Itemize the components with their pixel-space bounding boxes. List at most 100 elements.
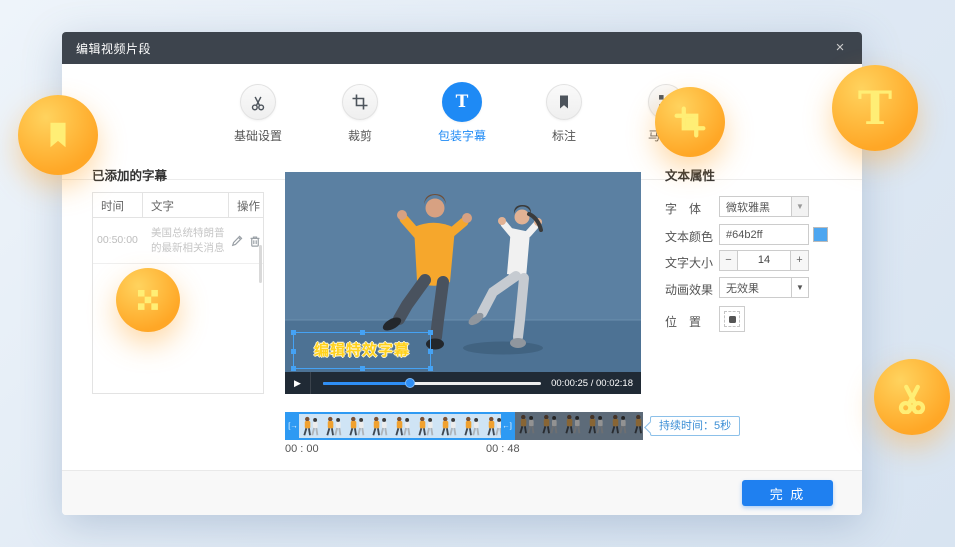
crop-badge-icon	[655, 87, 725, 157]
col-text: 文字	[143, 193, 229, 217]
color-label: 文本颜色	[665, 228, 713, 245]
trim-handle-left[interactable]: [→	[287, 414, 299, 438]
crop-icon	[342, 84, 378, 120]
tab-label: 标注	[535, 127, 593, 144]
filmstrip-frame	[584, 412, 607, 436]
resize-handle[interactable]	[360, 330, 365, 335]
play-icon[interactable]: ▶	[285, 372, 311, 394]
text-properties-title: 文本属性	[665, 165, 715, 184]
filmstrip-frame	[607, 412, 630, 436]
animation-label: 动画效果	[665, 281, 713, 298]
subtitle-overlay-box[interactable]: 编辑特效字幕	[293, 332, 431, 369]
animation-value: 无效果	[720, 280, 791, 296]
table-row[interactable]: 00:50:00 美国总统特朗普的最新相关消息	[93, 218, 263, 264]
video-controls: ▶ 00:00:25 / 00:02:18	[285, 372, 641, 394]
tab-label: 基础设置	[229, 127, 287, 144]
position-row: 位 置	[665, 306, 875, 334]
resize-handle[interactable]	[360, 366, 365, 371]
position-button[interactable]	[719, 306, 745, 332]
duration-tooltip: 持续时间：5秒	[650, 416, 740, 436]
timeline-unselected-range[interactable]	[515, 412, 643, 440]
tab-crop[interactable]: 裁剪	[331, 84, 389, 179]
filmstrip-selected	[299, 414, 501, 438]
filmstrip-frame	[483, 414, 501, 438]
col-ops: 操作	[229, 193, 263, 217]
bookmark-icon	[546, 84, 582, 120]
resize-handle[interactable]	[291, 349, 296, 354]
table-scrollbar[interactable]	[259, 245, 262, 283]
filmstrip-frame	[322, 414, 345, 438]
progress-knob[interactable]	[405, 378, 415, 388]
size-stepper: − 14 +	[719, 250, 809, 271]
resize-handle[interactable]	[428, 330, 433, 335]
chevron-down-icon[interactable]: ▼	[791, 197, 808, 216]
filmstrip-frame	[561, 412, 584, 436]
subtitle-text: 美国总统特朗普的最新相关消息	[143, 218, 229, 263]
added-subtitles-title: 已添加的字幕	[92, 165, 167, 184]
tab-basic-settings[interactable]: 基础设置	[229, 84, 287, 179]
dialog-footer: 完 成	[62, 470, 862, 515]
col-time: 时间	[93, 193, 143, 217]
subtitles-table-header: 时间 文字 操作	[93, 193, 263, 218]
color-row: 文本颜色 #64b2ff	[665, 224, 875, 246]
progress-fill	[323, 382, 410, 385]
position-label: 位 置	[665, 313, 701, 330]
trim-handle-right[interactable]: ←]	[501, 414, 513, 438]
font-select[interactable]: 微软雅黑 ▼	[719, 196, 809, 217]
close-icon[interactable]: ×	[830, 38, 850, 58]
color-input[interactable]: #64b2ff	[719, 224, 809, 245]
row-operations	[229, 218, 263, 263]
resize-handle[interactable]	[291, 366, 296, 371]
color-value: #64b2ff	[720, 229, 792, 241]
filmstrip-frame	[515, 412, 538, 436]
text-badge-icon: T	[832, 65, 918, 151]
size-label: 文字大小	[665, 254, 713, 271]
filmstrip-frame	[460, 414, 483, 438]
scissors-badge-icon	[874, 359, 950, 435]
filmstrip-frame	[345, 414, 368, 438]
filmstrip-frame	[414, 414, 437, 438]
filmstrip-frame	[391, 414, 414, 438]
mosaic-badge-icon	[116, 268, 180, 332]
font-value: 微软雅黑	[720, 199, 791, 215]
done-button[interactable]: 完 成	[742, 480, 833, 506]
chevron-down-icon[interactable]: ▼	[791, 278, 808, 297]
color-swatch[interactable]	[813, 227, 828, 242]
font-row: 字 体 微软雅黑 ▼	[665, 196, 875, 218]
size-row: 文字大小 − 14 +	[665, 250, 875, 272]
plus-icon[interactable]: +	[790, 251, 808, 270]
edit-video-clip-dialog: 编辑视频片段 × 基础设置 裁剪 T 包装字幕 标注	[62, 32, 862, 515]
animation-select[interactable]: 无效果 ▼	[719, 277, 809, 298]
filmstrip-frame	[368, 414, 391, 438]
tab-label: 包装字幕	[433, 127, 491, 144]
size-value: 14	[738, 251, 790, 270]
filmstrip-frame	[538, 412, 561, 436]
minus-icon[interactable]: −	[720, 251, 738, 270]
subtitle-time: 00:50:00	[93, 218, 143, 263]
resize-handle[interactable]	[428, 366, 433, 371]
progress-track[interactable]	[323, 382, 541, 385]
edit-icon[interactable]	[231, 235, 243, 247]
tab-subtitle-active[interactable]: T 包装字幕	[433, 84, 491, 179]
tab-label: 裁剪	[331, 127, 389, 144]
subtitle-overlay-text[interactable]: 编辑特效字幕	[294, 339, 430, 360]
text-icon: T	[442, 82, 482, 122]
mode-toolbar: 基础设置 裁剪 T 包装字幕 标注 马赛克	[62, 64, 862, 180]
timeline: [→ ←]	[285, 412, 705, 440]
bookmark-badge-icon	[18, 95, 98, 175]
position-icon	[724, 311, 740, 327]
tab-annotation[interactable]: 标注	[535, 84, 593, 179]
filmstrip-frame	[299, 414, 322, 438]
video-preview[interactable]: 编辑特效字幕 ▶ 00:00:25 / 00:02:18	[285, 172, 641, 394]
resize-handle[interactable]	[428, 349, 433, 354]
animation-row: 动画效果 无效果 ▼	[665, 277, 875, 299]
timeline-selected-range[interactable]: [→ ←]	[285, 412, 515, 440]
timeline-end-label: 00 : 48	[486, 443, 520, 455]
dialog-header: 编辑视频片段 ×	[62, 32, 862, 64]
scissors-icon	[240, 84, 276, 120]
time-display: 00:00:25 / 00:02:18	[551, 378, 641, 389]
timeline-start-label: 00 : 00	[285, 443, 319, 455]
resize-handle[interactable]	[291, 330, 296, 335]
filmstrip-dimmed	[515, 412, 643, 440]
font-label: 字 体	[665, 200, 701, 217]
